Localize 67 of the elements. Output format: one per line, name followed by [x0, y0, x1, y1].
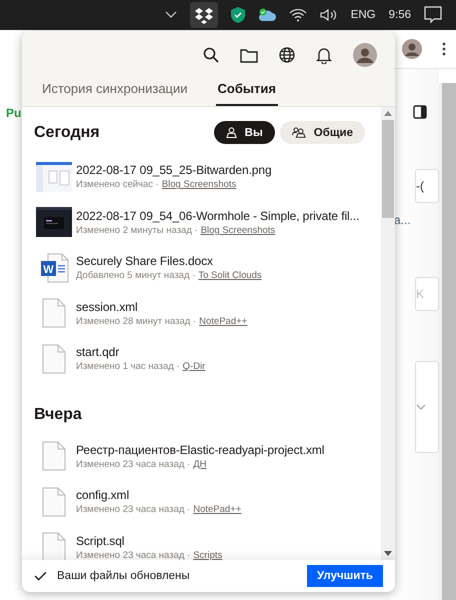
- more-icon[interactable]: [442, 42, 446, 56]
- filter-button[interactable]: Вы: [214, 121, 275, 144]
- folder-link[interactable]: To Solit Clouds: [198, 270, 262, 282]
- folder-link[interactable]: Scripts: [193, 550, 222, 560]
- cloud-icon[interactable]: [258, 8, 276, 22]
- section-title: Сегодня: [34, 124, 100, 142]
- file-icon: [42, 344, 66, 374]
- dropbox-icon[interactable]: [190, 2, 218, 28]
- file-name[interactable]: Script.sql: [76, 534, 222, 548]
- wifi-icon[interactable]: [288, 8, 307, 22]
- file-status: Изменено сейчас ·: [76, 179, 159, 190]
- file-name[interactable]: 2022-08-17 09_54_06-Wormhole - Simple, private fil...: [76, 208, 360, 223]
- file-status: Добавлено 5 минут назад ·: [76, 270, 196, 282]
- scroll-down-icon[interactable]: [384, 551, 392, 556]
- folder-icon[interactable]: [240, 48, 258, 62]
- file-status: Изменено 1 час назад ·: [76, 361, 180, 372]
- file-icon: [42, 486, 66, 517]
- upgrade-button[interactable]: Улучшить: [306, 565, 383, 587]
- folder-link[interactable]: Blog Screenshots: [200, 224, 276, 236]
- scrollbar[interactable]: [439, 83, 456, 600]
- file-name[interactable]: 2022-08-17 09_55_25-Bitwarden.png: [76, 163, 272, 178]
- person-icon: [226, 127, 237, 138]
- file-name[interactable]: Реестр-пациентов-Elastic-readyapi-project.xml: [76, 442, 324, 457]
- page-text: Pu: [6, 106, 22, 120]
- people-icon: [292, 127, 306, 138]
- file-status: Изменено 28 минут назад ·: [76, 316, 196, 327]
- folder-link[interactable]: Blog Screenshots: [162, 179, 236, 190]
- status-text: Ваши файлы обновлены: [57, 570, 190, 582]
- folder-link[interactable]: ДН: [193, 458, 207, 470]
- avatar-icon[interactable]: [402, 39, 422, 59]
- file-status: Изменено 23 часа назад ·: [76, 550, 190, 560]
- shield-icon[interactable]: [230, 7, 245, 23]
- folder-link[interactable]: Q-Dir: [182, 361, 206, 372]
- filter-button[interactable]: Общие: [280, 121, 365, 144]
- folder-link[interactable]: NotePad++: [193, 504, 242, 516]
- bell-icon[interactable]: [316, 46, 332, 64]
- file-name[interactable]: start.qdr: [76, 345, 206, 360]
- avatar-icon[interactable]: [353, 43, 377, 67]
- input-field[interactable]: -(: [415, 169, 439, 203]
- caret-icon: [416, 404, 426, 410]
- file-icon: [42, 298, 66, 328]
- file-name[interactable]: session.xml: [76, 300, 248, 314]
- scroll-up-icon[interactable]: [384, 111, 392, 116]
- search-icon[interactable]: [203, 47, 219, 63]
- chevron-icon[interactable]: [164, 11, 177, 19]
- volume-icon[interactable]: [320, 8, 338, 22]
- file-status: Изменено 2 минуты назад ·: [76, 224, 198, 236]
- file-icon: [42, 441, 66, 472]
- tab[interactable]: История синхронизации: [40, 81, 190, 106]
- check-icon: [34, 571, 47, 581]
- page-text: a...: [394, 213, 411, 227]
- file-name[interactable]: config.xml: [76, 488, 242, 502]
- scroll-thumb[interactable]: [382, 120, 394, 218]
- file-status: Изменено 23 часа назад ·: [76, 458, 190, 470]
- file-icon: [42, 532, 66, 560]
- file-status: Изменено 23 часа назад ·: [76, 504, 190, 516]
- scrollbar[interactable]: [381, 107, 395, 560]
- notification-icon[interactable]: [424, 6, 442, 24]
- tab[interactable]: События: [216, 81, 278, 106]
- folder-link[interactable]: NotePad++: [199, 316, 248, 327]
- side-panel-icon[interactable]: [413, 105, 427, 119]
- file-name[interactable]: Securely Share Files.docx: [76, 254, 262, 268]
- language-indicator[interactable]: ENG: [350, 9, 376, 21]
- section-title: Вчера: [34, 406, 82, 424]
- clock[interactable]: 9:56: [388, 9, 411, 21]
- dropdown-field[interactable]: [415, 361, 439, 453]
- globe-icon[interactable]: [279, 47, 295, 63]
